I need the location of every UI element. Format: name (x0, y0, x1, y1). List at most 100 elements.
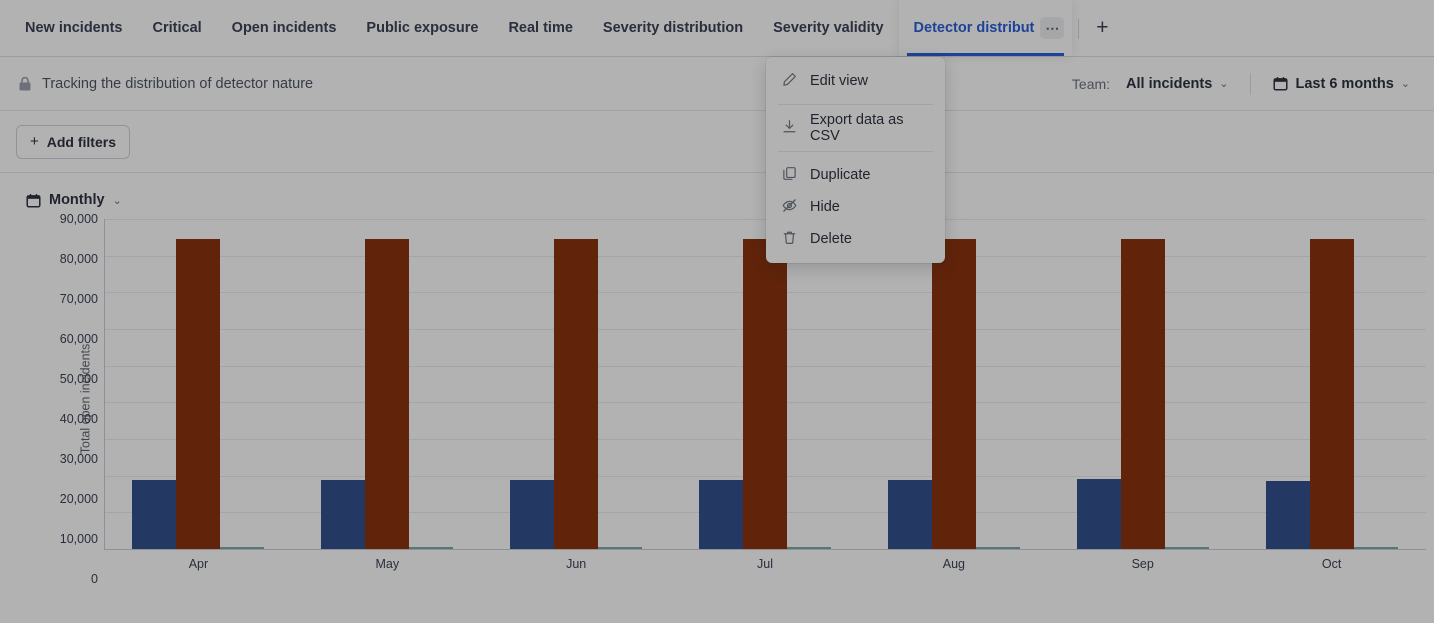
app-window: New incidents Critical Open incidents Pu… (0, 0, 1434, 623)
bar-chart: Total open incidents 90,000 80,000 70,000 6… (22, 212, 1434, 586)
menu-item-duplicate[interactable]: Duplicate (766, 159, 945, 191)
y-axis-tick-label: 10,000 (59, 531, 98, 546)
menu-item-hide[interactable]: Hide (766, 191, 945, 223)
y-axis-tick-label: 80,000 (59, 251, 98, 266)
menu-item-label: Delete (810, 231, 852, 247)
bar-series-red[interactable] (1309, 239, 1354, 549)
bar-series-blue[interactable] (699, 480, 743, 549)
team-filter-dropdown[interactable]: All incidents ⌄ (1118, 71, 1236, 97)
y-axis-tick-label: 30,000 (59, 452, 98, 466)
tab-public-exposure[interactable]: Public exposure (351, 0, 493, 56)
granularity-dropdown[interactable]: Monthly ⌄ (22, 189, 126, 211)
bar-series-red[interactable] (931, 239, 976, 549)
menu-item-label: Hide (810, 199, 840, 215)
menu-item-edit-view[interactable]: Edit view (766, 65, 945, 97)
tab-detector-distribution[interactable]: Detector distribut ⋯ (898, 0, 1073, 56)
tab-label: Severity validity (773, 20, 884, 36)
tab-new-incidents[interactable]: New incidents (10, 0, 138, 56)
bar-series-blue[interactable] (510, 480, 555, 549)
filter-row: + Add filters (0, 111, 1434, 173)
y-axis-ticks: 90,000 80,000 70,000 60,000 50,000 40,000 30,0… (36, 212, 98, 586)
bar-group (859, 219, 1048, 549)
tab-separator (1078, 19, 1080, 39)
tab-severity-distribution[interactable]: Severity distribution (588, 0, 758, 56)
y-axis-tick-label: 20,000 (59, 492, 98, 506)
menu-divider (778, 151, 933, 152)
bar-group (1237, 219, 1426, 549)
tab-severity-validity[interactable]: Severity validity (758, 0, 898, 56)
menu-item-label: Duplicate (810, 167, 871, 183)
team-label: Team: (1071, 75, 1111, 92)
date-range-dropdown[interactable]: Last 6 months ⌄ (1265, 71, 1418, 97)
bar-series-red[interactable] (554, 239, 599, 549)
x-axis-tick-label: Sep (1131, 557, 1154, 571)
plus-icon: + (30, 133, 39, 150)
tab-critical[interactable]: Critical (138, 0, 217, 56)
x-axis-tick-label: Jun (566, 557, 587, 571)
bar-group (1048, 219, 1237, 549)
tab-label: Detector distribut (913, 20, 1035, 36)
tab-overflow-menu-button[interactable]: ⋯ (1040, 17, 1065, 39)
chevron-down-icon: ⌄ (1400, 78, 1410, 90)
bar-series-red[interactable] (1120, 239, 1165, 549)
menu-item-delete[interactable]: Delete (766, 223, 945, 255)
x-axis-tick-label: Jul (757, 557, 773, 571)
menu-item-label: Edit view (810, 73, 869, 89)
bar-series-blue[interactable] (132, 480, 177, 549)
y-axis-tick-label: 40,000 (59, 412, 98, 426)
y-axis-tick-label: 70,000 (59, 291, 98, 306)
bar-series-red[interactable] (176, 239, 221, 549)
bar-series-blue[interactable] (1265, 481, 1310, 549)
bar-group (482, 219, 671, 549)
chevron-down-icon: ⌄ (112, 194, 122, 207)
x-axis-tick-label: May (375, 557, 400, 571)
tab-label: Public exposure (366, 20, 479, 36)
team-filter-value: All incidents (1126, 75, 1213, 92)
bar-groups (104, 219, 1426, 549)
view-subtitle: Tracking the distribution of detector na… (42, 75, 314, 92)
x-axis-tick-label: Apr (188, 557, 209, 571)
menu-item-label: Export data as CSV (810, 112, 904, 144)
bar-series-red[interactable] (365, 239, 410, 549)
dashboard-tab-bar: New incidents Critical Open incidents Pu… (0, 0, 1434, 57)
pencil-icon (782, 72, 797, 91)
granularity-label: Monthly (49, 192, 105, 208)
control-separator (1250, 72, 1252, 95)
copy-icon (782, 166, 797, 185)
chevron-down-icon: ⌄ (1219, 78, 1229, 90)
y-axis-tick-label: 90,000 (59, 212, 98, 226)
tab-label: Severity distribution (602, 20, 744, 36)
bar-series-blue[interactable] (1076, 478, 1121, 549)
tab-real-time[interactable]: Real time (493, 0, 587, 56)
trash-icon (782, 230, 797, 249)
menu-divider (778, 104, 933, 105)
view-header-left: Tracking the distribution of detector na… (18, 76, 313, 92)
x-axis-tick-label: Oct (1321, 557, 1342, 571)
bar-series-blue[interactable] (887, 480, 932, 549)
tab-context-menu: Edit view Export data as CSV Duplicate Hide… (766, 57, 945, 263)
add-tab-button[interactable]: + (1085, 0, 1119, 56)
chart-panel: Monthly ⌄ Total open incidents 90,000 80,… (0, 173, 1434, 586)
bar-series-red[interactable] (743, 239, 787, 549)
lock-icon (18, 76, 32, 92)
eye-off-icon (782, 198, 797, 217)
x-axis-ticks: Apr May Jun Jul Aug Sep Oct (104, 549, 1426, 579)
calendar-icon (1273, 76, 1289, 91)
menu-item-export-data-as-csv[interactable]: Export data as CSV (766, 112, 945, 144)
x-axis-tick-label: Aug (942, 557, 965, 571)
bar-group (104, 219, 293, 549)
tab-label: Open incidents (231, 20, 337, 36)
bar-group (671, 219, 860, 549)
tab-open-incidents[interactable]: Open incidents (217, 0, 352, 56)
y-axis-tick-label: 50,000 (59, 371, 98, 386)
y-axis-tick-label: 0 (91, 572, 98, 586)
bar-series-blue[interactable] (321, 480, 366, 549)
bar-group (293, 219, 482, 549)
tab-label: Critical (152, 20, 202, 36)
date-range-value: Last 6 months (1295, 75, 1394, 92)
y-axis-tick-label: 60,000 (59, 332, 98, 346)
add-filters-button[interactable]: + Add filters (16, 124, 130, 159)
tab-label: New incidents (25, 20, 123, 36)
add-filters-label: Add filters (46, 133, 116, 150)
view-header-controls: Team: All incidents ⌄ Last 6 months ⌄ (1072, 71, 1418, 97)
